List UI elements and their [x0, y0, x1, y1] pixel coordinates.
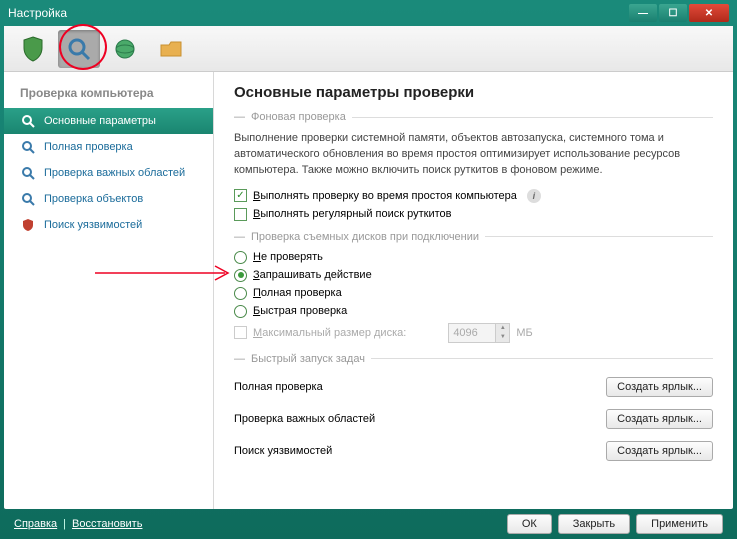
create-shortcut-button[interactable]: Создать ярлык...	[606, 441, 713, 461]
quickrow-vuln: Поиск уязвимостей Создать ярлык...	[234, 441, 713, 461]
minimize-button[interactable]: —	[629, 4, 657, 22]
shield-icon	[22, 36, 44, 62]
radio-quick[interactable]	[234, 305, 247, 318]
row-radio-none: Не проверять	[234, 251, 713, 264]
chevron-down-icon: ▼	[495, 333, 509, 342]
create-shortcut-button[interactable]: Создать ярлык...	[606, 409, 713, 429]
radio-ask[interactable]	[234, 269, 247, 282]
group-title: Фоновая проверка	[251, 111, 346, 123]
row-maxsize: Максимальный размер диска: 4096 ▲▼ МБ	[234, 323, 713, 343]
quick-label: Поиск уязвимостей	[234, 445, 332, 457]
magnify-icon	[20, 113, 36, 129]
radio-label[interactable]: Быстрая проверка	[253, 305, 347, 317]
divider	[485, 236, 713, 237]
group-desc: Выполнение проверки системной памяти, об…	[234, 131, 713, 179]
maximize-button[interactable]: ☐	[659, 4, 687, 22]
dash-icon: —	[234, 353, 245, 365]
restore-link[interactable]: Восстановить	[72, 518, 142, 530]
checkbox-rootkit[interactable]	[234, 208, 247, 221]
sidebar-title: Проверка компьютера	[4, 82, 213, 108]
sidebar-item-label: Поиск уязвимостей	[44, 219, 142, 231]
titlebar[interactable]: Настройка — ☐ ✕	[0, 0, 737, 26]
sidebar: Проверка компьютера Основные параметры П…	[4, 72, 214, 509]
spinner-value: 4096	[453, 327, 477, 339]
checkbox-maxsize	[234, 326, 247, 339]
checkbox-label[interactable]: Выполнять регулярный поиск руткитов	[253, 208, 452, 220]
magnify-icon	[20, 191, 36, 207]
window-buttons: — ☐ ✕	[629, 4, 729, 22]
quick-label: Проверка важных областей	[234, 413, 375, 425]
content-area: Проверка компьютера Основные параметры П…	[4, 26, 733, 509]
window-title: Настройка	[8, 6, 629, 20]
settings-window: Настройка — ☐ ✕ Проверка компьютера	[0, 0, 737, 539]
magnify-icon	[20, 139, 36, 155]
maxsize-spinner: 4096 ▲▼	[448, 323, 510, 343]
create-shortcut-button[interactable]: Создать ярлык...	[606, 377, 713, 397]
folder-icon	[159, 39, 183, 59]
tab-tools[interactable]	[150, 30, 192, 68]
sidebar-item-objects[interactable]: Проверка объектов	[4, 186, 213, 212]
group-title: Проверка съемных дисков при подключении	[251, 231, 479, 243]
magnify-icon	[67, 37, 91, 61]
tab-protection[interactable]	[12, 30, 54, 68]
group-removable: — Проверка съемных дисков при подключени…	[234, 231, 713, 243]
spinner-arrows: ▲▼	[495, 324, 509, 342]
sidebar-item-vuln[interactable]: Поиск уязвимостей	[4, 212, 213, 238]
dash-icon: —	[234, 231, 245, 243]
apply-button[interactable]: Применить	[636, 514, 723, 534]
radio-label[interactable]: Не проверять	[253, 251, 323, 263]
sidebar-item-general[interactable]: Основные параметры	[4, 108, 213, 134]
sidebar-item-critical[interactable]: Проверка важных областей	[4, 160, 213, 186]
footer: Справка | Восстановить ОК Закрыть Примен…	[4, 509, 733, 539]
divider	[352, 117, 713, 118]
sidebar-item-label: Основные параметры	[44, 115, 156, 127]
divider	[371, 358, 713, 359]
tab-update[interactable]	[104, 30, 146, 68]
radio-full[interactable]	[234, 287, 247, 300]
globe-icon	[114, 38, 136, 60]
body: Проверка компьютера Основные параметры П…	[4, 72, 733, 509]
checkbox-label: Максимальный размер диска:	[253, 327, 406, 339]
radio-label[interactable]: Запрашивать действие	[253, 269, 372, 281]
ok-button[interactable]: ОК	[507, 514, 552, 534]
shield-icon	[20, 217, 36, 233]
tab-scan[interactable]	[58, 30, 100, 68]
sidebar-item-fullscan[interactable]: Полная проверка	[4, 134, 213, 160]
group-bg: — Фоновая проверка	[234, 111, 713, 123]
close-button[interactable]: Закрыть	[558, 514, 630, 534]
row-radio-ask: Запрашивать действие	[234, 269, 713, 282]
checkbox-idle[interactable]	[234, 189, 247, 202]
quickrow-critical: Проверка важных областей Создать ярлык..…	[234, 409, 713, 429]
sidebar-item-label: Полная проверка	[44, 141, 133, 153]
group-quick: — Быстрый запуск задач	[234, 353, 713, 365]
quick-label: Полная проверка	[234, 381, 323, 393]
radio-none[interactable]	[234, 251, 247, 264]
dash-icon: —	[234, 111, 245, 123]
group-title: Быстрый запуск задач	[251, 353, 365, 365]
close-button[interactable]: ✕	[689, 4, 729, 22]
footer-buttons: ОК Закрыть Применить	[507, 514, 723, 534]
chevron-up-icon: ▲	[495, 324, 509, 333]
separator: |	[63, 518, 66, 530]
checkbox-label[interactable]: Выполнять проверку во время простоя комп…	[253, 190, 517, 202]
info-icon[interactable]: i	[527, 189, 541, 203]
help-link[interactable]: Справка	[14, 518, 57, 530]
row-radio-full: Полная проверка	[234, 287, 713, 300]
magnify-icon	[20, 165, 36, 181]
row-cb-rootkit: Выполнять регулярный поиск руткитов	[234, 208, 713, 221]
row-cb-idle: Выполнять проверку во время простоя комп…	[234, 189, 713, 203]
main-panel: Основные параметры проверки — Фоновая пр…	[214, 72, 733, 509]
sidebar-item-label: Проверка объектов	[44, 193, 143, 205]
top-tabbar	[4, 26, 733, 72]
radio-label[interactable]: Полная проверка	[253, 287, 342, 299]
quickrow-full: Полная проверка Создать ярлык...	[234, 377, 713, 397]
sidebar-item-label: Проверка важных областей	[44, 167, 185, 179]
page-title: Основные параметры проверки	[234, 84, 713, 101]
row-radio-quick: Быстрая проверка	[234, 305, 713, 318]
unit-label: МБ	[516, 327, 532, 339]
